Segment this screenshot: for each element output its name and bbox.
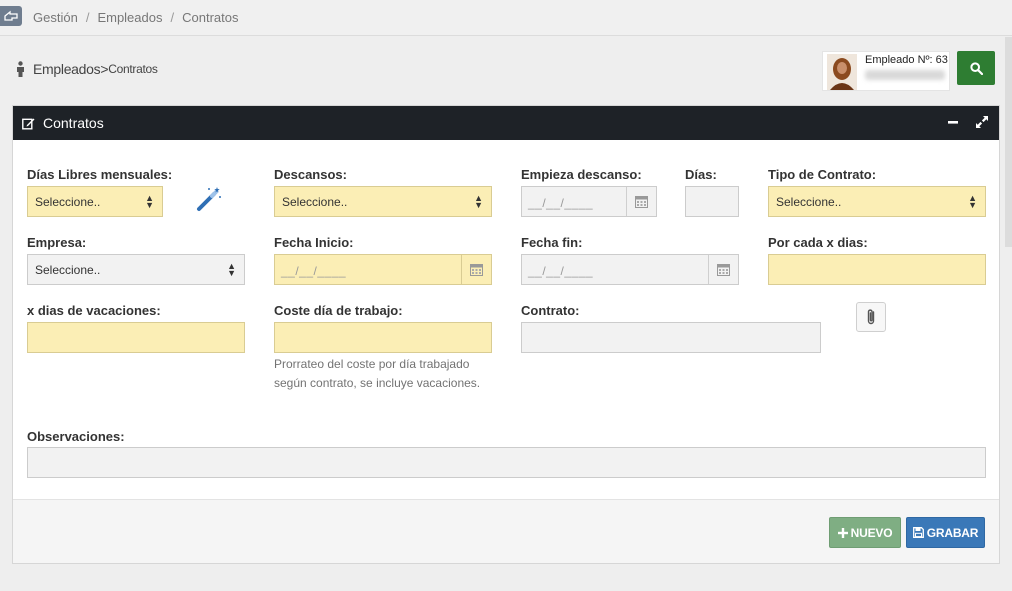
employee-number: Empleado Nº: 63 [865,54,948,66]
nuevo-button-label: NUEVO [850,525,893,540]
page-title: Empleados > Contratos [16,61,158,77]
dias-vacaciones-label: x dias de vacaciones: [27,303,161,318]
select-caret-icon: ▲ ▼ [227,261,236,278]
empieza-descanso-placeholder: __/__/____ [528,196,594,210]
breadcrumb-item-gestion[interactable]: Gestión [33,10,78,25]
select-caret-icon: ▲ ▼ [145,193,154,210]
dias-libres-value: Seleccione.. [35,195,101,209]
coste-dia-help-text: Prorrateo del coste por día trabajado se… [274,357,481,390]
contrato-file-input[interactable] [521,322,821,353]
calendar-icon[interactable] [708,255,738,284]
nuevo-button[interactable]: NUEVO [829,517,901,548]
calendar-icon[interactable] [461,255,491,284]
plus-icon [837,527,848,538]
empresa-label: Empresa: [27,235,87,250]
breadcrumb: Gestión / Empleados / Contratos [33,10,239,25]
person-icon [17,61,24,77]
tipo-contrato-select[interactable]: Seleccione.. ▲ ▼ [768,186,986,217]
tipo-contrato-label: Tipo de Contrato: [768,167,877,182]
search-icon [969,61,983,75]
breadcrumb-item-empleados[interactable]: Empleados [97,10,162,25]
descansos-label: Descansos: [274,167,347,182]
empresa-select[interactable]: Seleccione.. ▲ ▼ [27,254,245,285]
hand-pointer-icon[interactable] [0,6,22,26]
page-title-main: Empleados [33,61,101,77]
empresa-value: Seleccione.. [35,263,101,277]
breadcrumb-item-contratos: Contratos [182,10,239,25]
magic-wand-icon[interactable] [196,186,222,212]
page-title-sep: > [100,61,109,77]
attach-contract-button[interactable] [856,302,886,332]
page-title-sub: Contratos [108,62,158,76]
grabar-button-label: GRABAR [926,525,979,540]
fecha-fin-label: Fecha fin: [521,235,583,250]
employee-card: Empleado Nº: 63 [822,51,950,91]
dias-libres-label: Días Libres mensuales: [27,167,173,182]
fecha-inicio-placeholder: __/__/____ [281,264,347,278]
top-breadcrumb-bar: Gestión / Empleados / Contratos [0,0,1012,36]
contrato-label: Contrato: [521,303,580,318]
save-icon [912,527,924,538]
fecha-inicio-input[interactable]: __/__/____ [274,254,492,285]
panel-title: Contratos [43,115,104,131]
select-caret-icon: ▲ ▼ [968,193,977,210]
expand-icon[interactable] [975,115,989,129]
employee-search-button[interactable] [957,51,995,85]
fecha-fin-placeholder: __/__/____ [528,264,594,278]
avatar [827,54,857,90]
dias-libres-select[interactable]: Seleccione.. ▲ ▼ [27,186,163,217]
select-caret-icon: ▲ ▼ [474,193,483,210]
page-header: Empleados > Contratos Empleado Nº: 63 [0,37,1012,101]
empieza-descanso-input[interactable]: __/__/____ [521,186,657,217]
por-cada-label: Por cada x dias: [768,235,868,250]
edit-icon [22,118,35,129]
minus-icon[interactable] [947,115,959,129]
descansos-select[interactable]: Seleccione.. ▲ ▼ [274,186,492,217]
coste-dia-label: Coste día de trabajo: [274,303,403,318]
paperclip-icon [867,309,875,325]
calendar-icon[interactable] [626,187,656,216]
dias-vacaciones-input[interactable] [27,322,245,353]
panel-footer: NUEVO GRABAR [13,499,999,563]
tipo-contrato-value: Seleccione.. [776,195,842,209]
descansos-value: Seleccione.. [282,195,348,209]
empieza-descanso-label: Empieza descanso: [521,167,642,182]
observaciones-input[interactable] [27,447,986,478]
employee-name-blurred [865,70,945,80]
observaciones-label: Observaciones: [27,429,125,444]
contratos-panel: Contratos Días Libres mensuales: Selecci… [12,105,1000,564]
grabar-button[interactable]: GRABAR [906,517,985,548]
fecha-inicio-label: Fecha Inicio: [274,235,354,250]
panel-header: Contratos [13,106,999,140]
por-cada-input[interactable] [768,254,986,285]
fecha-fin-input[interactable]: __/__/____ [521,254,739,285]
coste-dia-input[interactable] [274,322,492,353]
dias-label: Días: [685,167,717,182]
dias-input[interactable] [685,186,739,217]
